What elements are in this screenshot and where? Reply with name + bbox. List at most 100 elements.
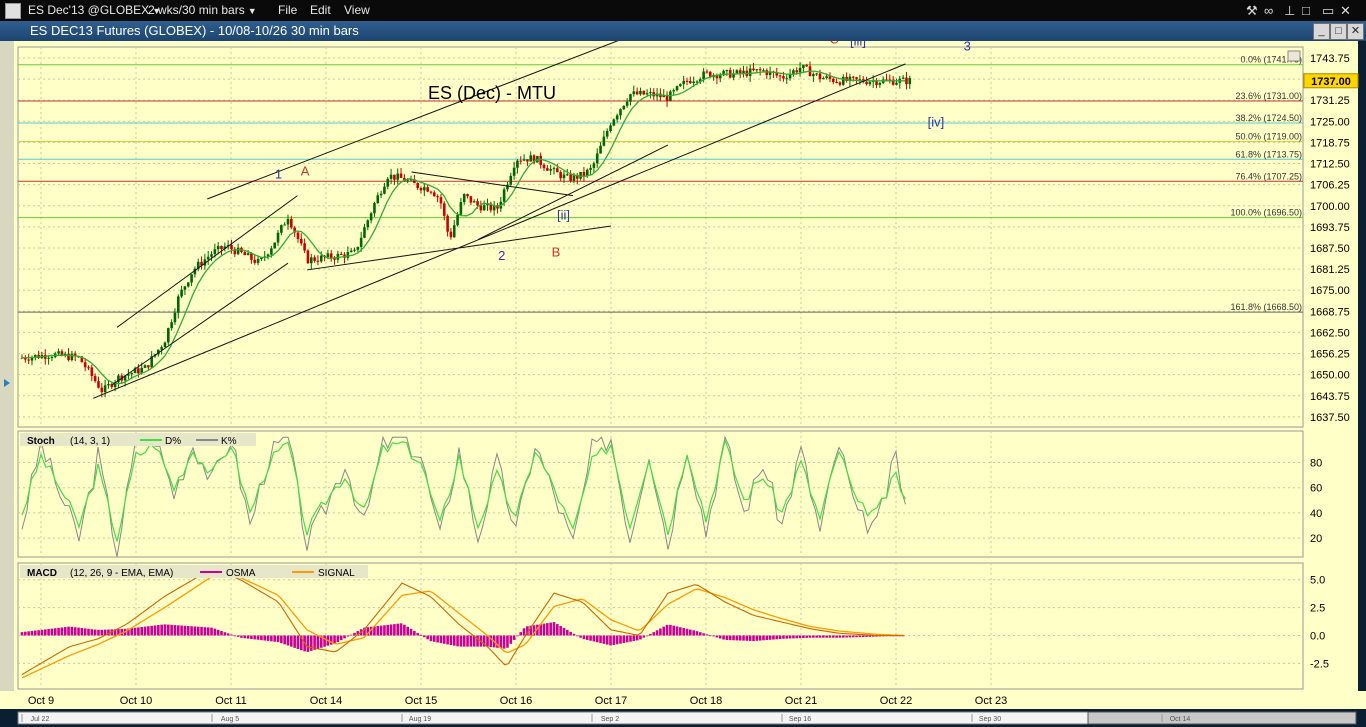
candle-body <box>216 245 220 250</box>
window-titlebar: ES DEC13 Futures (GLOBEX) - 10/08-10/26 … <box>0 21 1366 60</box>
timeline-label: Sep 16 <box>789 716 811 723</box>
osma-bar <box>200 626 203 636</box>
osma-bar <box>772 635 775 640</box>
candle-body <box>822 78 825 80</box>
osma-bar <box>34 630 37 636</box>
candle-body <box>170 322 173 329</box>
candle-body <box>456 214 459 226</box>
candle-body <box>502 189 506 202</box>
timeline-scrollbar[interactable]: Jul 22 Aug 5 Aug 19 Sep 2 Sep 16 Sep 30 Oct 14 <box>0 709 1366 727</box>
x-tick-label: Oct 11 <box>215 695 247 707</box>
pane-frame-1 <box>17 430 1304 558</box>
candle-body <box>762 70 765 72</box>
osma-bar <box>732 635 735 641</box>
wave-label: 2 <box>498 248 505 263</box>
osma-bar <box>815 635 818 638</box>
wrench-icon[interactable]: ⚒ <box>1246 3 1258 19</box>
pane-minimize-button[interactable] <box>1287 50 1301 62</box>
candle-body <box>735 70 739 74</box>
osma-bar <box>752 635 755 642</box>
pin-icon[interactable]: ⊥ <box>1284 3 1295 19</box>
osma-bar <box>519 632 523 636</box>
candle-body <box>516 160 519 168</box>
osma-bar <box>433 635 436 642</box>
osma-bar <box>83 628 87 636</box>
y-tick-label: 1693.75 <box>1310 222 1350 234</box>
osma-bar <box>835 635 838 638</box>
osma-bar <box>393 624 396 636</box>
candle-body <box>702 71 705 80</box>
link-icon[interactable]: ∞ <box>1264 3 1273 18</box>
osma-bar <box>253 635 257 640</box>
osma-bar <box>552 622 556 636</box>
candle-body <box>47 357 50 359</box>
candle-body <box>725 70 729 72</box>
osma-bar <box>582 635 586 640</box>
osma-bar <box>413 630 416 636</box>
candle-body <box>190 274 193 283</box>
candle-body <box>87 367 90 369</box>
osma-bar <box>180 625 183 636</box>
osma-bar <box>20 632 24 636</box>
osma-bar <box>426 635 429 640</box>
macd-header: MACD (12, 26, 9 - EMA, EMA) OSMA SIGNAL <box>20 565 368 579</box>
candle-body <box>622 105 626 110</box>
minimize-icon[interactable]: ▭ <box>1322 3 1334 19</box>
osma-bar <box>203 627 207 636</box>
y-tick-label: -2.5 <box>1310 658 1329 670</box>
menu-view[interactable]: View <box>344 3 370 17</box>
wave-label: B <box>552 244 561 259</box>
osma-bar <box>679 627 682 636</box>
osma-bar <box>785 635 789 639</box>
wave-label: C <box>830 41 839 47</box>
osma-bar <box>635 635 639 641</box>
osma-bar <box>150 625 153 636</box>
osma-bar <box>233 635 237 637</box>
osma-bar <box>196 626 200 636</box>
osma-bar <box>416 633 419 636</box>
candle-body <box>339 253 343 255</box>
y-tick-label: 5.0 <box>1310 575 1325 587</box>
candle-body <box>519 160 523 162</box>
x-tick-label: Oct 18 <box>690 695 722 707</box>
osma-bar <box>868 635 872 637</box>
x-tick-label: Oct 15 <box>405 695 437 707</box>
candle-body <box>399 173 403 178</box>
osma-bar <box>715 635 719 638</box>
close-button[interactable]: ✕ <box>1347 23 1364 40</box>
candle-body <box>452 225 456 238</box>
y-tick-label: 1712.50 <box>1310 159 1350 171</box>
osma-bar <box>649 633 652 636</box>
candle-body <box>256 258 260 263</box>
osma-bar <box>742 635 745 641</box>
x-tick-label: Oct 22 <box>880 695 912 707</box>
restore-down-icon[interactable]: □ <box>1302 3 1310 18</box>
osma-bar <box>466 635 469 647</box>
candle-body <box>758 69 762 71</box>
period-selector[interactable]: 2 wks/30 min bars ▼ <box>148 3 257 17</box>
menu-file[interactable]: File <box>278 3 297 17</box>
osma-bar <box>250 635 253 639</box>
osma-bar <box>645 635 649 637</box>
osma-bar <box>439 635 443 644</box>
candle-body <box>615 115 619 120</box>
osma-bar <box>792 635 795 639</box>
osma-bar <box>822 635 825 638</box>
candle-body <box>50 357 54 359</box>
candle-body <box>386 178 390 187</box>
osma-bar <box>263 635 267 641</box>
osma-bar <box>456 635 459 647</box>
x-tick-label: Oct 10 <box>120 695 152 707</box>
maximize-button[interactable]: □ <box>1330 23 1347 40</box>
symbol-selector[interactable]: ES Dec'13 @GLOBEX ▼ <box>28 3 161 17</box>
candle-body <box>522 159 526 161</box>
candle-body <box>718 75 722 79</box>
osma-bar <box>436 635 439 643</box>
close-icon[interactable]: ✕ <box>1340 3 1351 19</box>
timeline-thumb[interactable] <box>1087 711 1357 725</box>
osma-bar <box>290 635 293 647</box>
menu-edit[interactable]: Edit <box>310 3 331 17</box>
osma-bar <box>67 626 70 636</box>
minimize-button[interactable]: _ <box>1313 23 1330 40</box>
candle-body <box>419 187 423 191</box>
